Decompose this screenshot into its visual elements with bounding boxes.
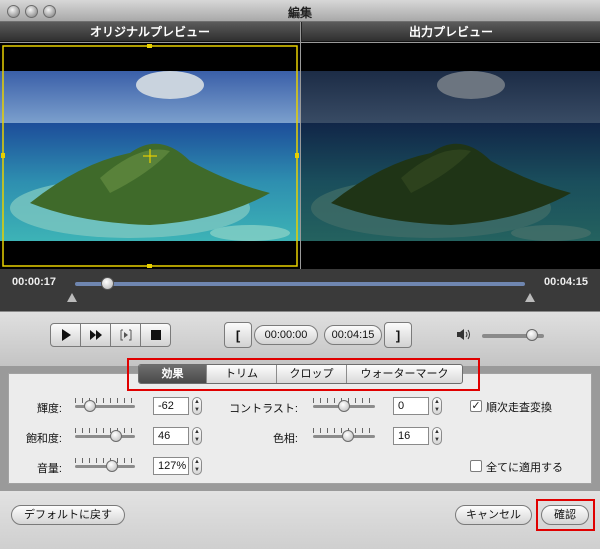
original-preview-label: オリジナルプレビュー [0, 22, 300, 42]
mark-in-button[interactable]: [ [224, 322, 252, 348]
saturation-slider[interactable] [75, 428, 135, 443]
brightness-label: 輝度: [36, 403, 62, 415]
dialog-footer: デフォルトに戻す キャンセル 確認 [0, 490, 600, 549]
end-time-value: 00:04:15 [331, 329, 375, 341]
timeline-playhead[interactable] [100, 277, 114, 290]
original-preview[interactable] [0, 43, 300, 269]
title-bar: 編集 [0, 0, 600, 22]
end-time-field[interactable]: 00:04:15 [324, 325, 382, 345]
original-video-frame [0, 44, 300, 269]
trim-start-marker[interactable] [67, 293, 77, 302]
current-time: 00:00:17 [12, 276, 57, 288]
tabs-highlight-box [127, 358, 480, 391]
contrast-slider[interactable] [313, 398, 375, 413]
confirm-highlight-box [536, 499, 595, 531]
apply-all-checkbox[interactable] [470, 460, 482, 472]
deinterlace-label: 順次走査変換 [486, 402, 552, 414]
brightness-stepper[interactable]: ▲ ▼ [192, 397, 202, 415]
stop-button[interactable] [140, 323, 171, 347]
fast-forward-icon [89, 330, 102, 340]
frame-step-button[interactable] [110, 323, 141, 347]
saturation-input[interactable]: 46 [153, 427, 189, 445]
hue-stepper[interactable]: ▲ ▼ [432, 427, 442, 445]
hue-label: 色相: [272, 433, 298, 445]
output-preview-label: 出力プレビュー [301, 22, 600, 42]
play-button[interactable] [50, 323, 81, 347]
window-title: 編集 [287, 6, 312, 20]
hue-input[interactable]: 16 [393, 427, 429, 445]
timeline-bar: 00:00:17 00:04:15 [0, 269, 600, 311]
volume-input[interactable]: 127% [153, 457, 189, 475]
start-time-field[interactable]: 00:00:00 [254, 325, 318, 345]
contrast-stepper[interactable]: ▲ ▼ [432, 397, 442, 415]
volume-label: 音量: [36, 463, 62, 475]
mark-in-icon: [ [235, 327, 241, 343]
contrast-label: コントラスト: [229, 403, 298, 415]
apply-all-label: 全てに適用する [486, 462, 563, 474]
hue-slider[interactable] [313, 428, 375, 443]
stop-icon [150, 330, 161, 340]
deinterlace-checkbox[interactable]: ✓ [470, 400, 482, 412]
output-video-frame [301, 71, 600, 269]
saturation-label: 飽和度: [25, 433, 62, 445]
contrast-input[interactable]: 0 [393, 397, 429, 415]
saturation-stepper[interactable]: ▲ ▼ [192, 427, 202, 445]
reset-defaults-button[interactable]: デフォルトに戻す [11, 505, 125, 525]
cancel-button[interactable]: キャンセル [455, 505, 532, 525]
volume-effect-slider[interactable] [75, 458, 135, 473]
brightness-slider[interactable] [75, 398, 135, 413]
volume-stepper[interactable]: ▲ ▼ [192, 457, 202, 475]
speaker-icon [457, 329, 470, 340]
start-time-value: 00:00:00 [264, 329, 308, 341]
output-preview [301, 43, 600, 269]
timeline-slider[interactable] [75, 282, 525, 286]
brightness-input[interactable]: -62 [153, 397, 189, 415]
mark-out-button[interactable]: ] [384, 322, 412, 348]
frame-step-icon [120, 329, 131, 341]
mark-out-icon: ] [395, 327, 401, 343]
play-icon [61, 329, 71, 341]
trim-end-marker[interactable] [525, 293, 535, 302]
fast-forward-button[interactable] [80, 323, 111, 347]
volume-knob[interactable] [525, 329, 538, 341]
total-time: 00:04:15 [543, 276, 588, 288]
